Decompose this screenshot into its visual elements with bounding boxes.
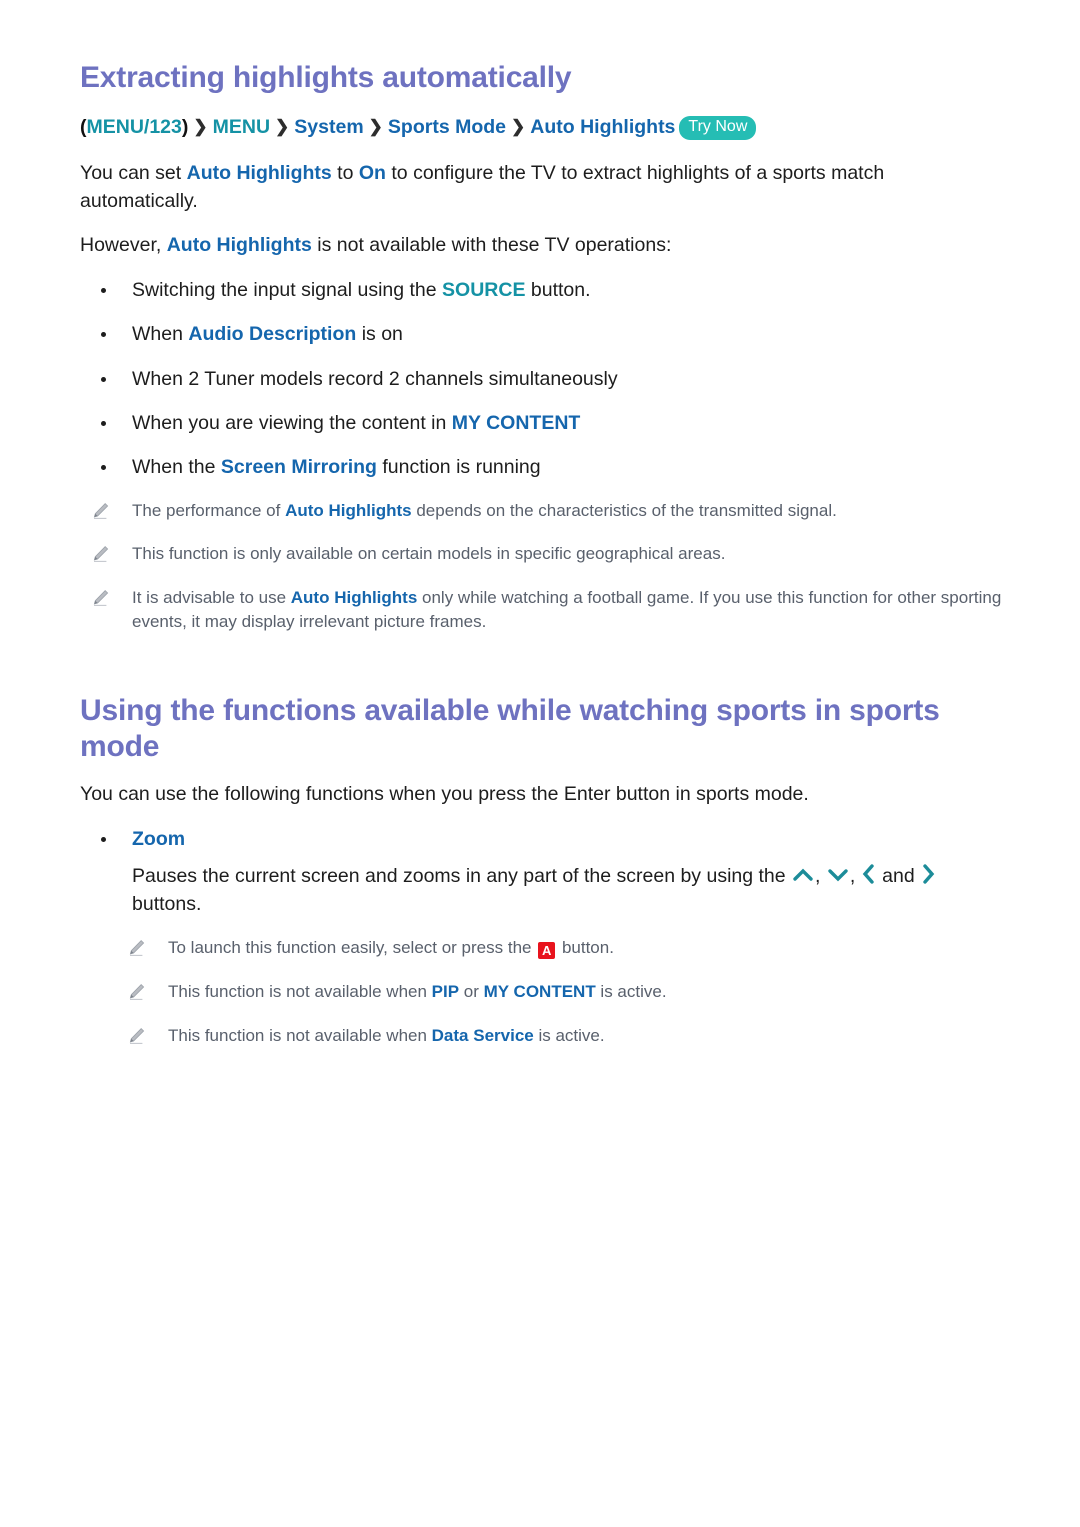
- keyword-my-content: MY CONTENT: [483, 982, 596, 1002]
- paragraph-intro-secondary: You can use the following functions when…: [80, 781, 940, 809]
- bullet-dot-icon: [101, 836, 106, 842]
- keyword-source: SOURCE: [442, 279, 526, 302]
- keyword-on: On: [358, 162, 386, 184]
- chevron-left-icon: [862, 864, 876, 884]
- text-fragment: Switching the input signal using the: [132, 279, 443, 302]
- notes-group-one: The performance of Auto Highlights depen…: [80, 499, 1002, 636]
- note-item: This function is not available when Data…: [80, 1024, 1002, 1049]
- bullet-dot-icon: [101, 465, 106, 471]
- pencil-icon: [90, 588, 110, 608]
- list-item: When Audio Description is on: [80, 321, 1002, 348]
- bullet-dot-icon: [101, 288, 106, 294]
- paragraph-intro: You can set Auto Highlights to On to con…: [80, 160, 940, 215]
- breadcrumb-item-sports-mode[interactable]: Sports Mode: [388, 116, 506, 138]
- keyword-pip: PIP: [431, 982, 460, 1002]
- text-fragment: This function is not available when: [168, 1025, 432, 1045]
- text-fragment: is not available with these TV operation…: [311, 234, 672, 257]
- text-fragment: This function is not available when: [168, 982, 432, 1002]
- list-item: When 2 Tuner models record 2 channels si…: [80, 366, 1002, 393]
- text-fragment: Pauses the current screen and zooms in a…: [132, 865, 792, 888]
- text-fragment: The performance of: [132, 500, 286, 520]
- text-fragment: When: [132, 323, 189, 346]
- note-item: The performance of Auto Highlights depen…: [80, 499, 1002, 524]
- keyword-data-service: Data Service: [431, 1025, 534, 1045]
- list-item: Switching the input signal using the SOU…: [80, 277, 1002, 304]
- text-fragment: is active.: [533, 1025, 605, 1045]
- text-fragment: It is advisable to use: [132, 587, 291, 607]
- notes-group-two: To launch this function easily, select o…: [80, 936, 1002, 1048]
- try-now-badge[interactable]: Try Now: [679, 116, 757, 140]
- text-fragment: is on: [356, 323, 403, 346]
- note-item: This function is only available on certa…: [80, 542, 1002, 567]
- text-fragment: You can use the following functions when…: [80, 783, 809, 806]
- text-fragment: is active.: [595, 982, 667, 1002]
- pencil-icon: [90, 501, 110, 521]
- bullet-dot-icon: [101, 420, 106, 426]
- breadcrumb-item-menu[interactable]: MENU: [213, 116, 270, 138]
- restrictions-list: Switching the input signal using the SOU…: [80, 277, 1002, 481]
- breadcrumb-root[interactable]: MENU/123: [87, 116, 182, 138]
- text-fragment: or: [459, 982, 484, 1002]
- functions-list: Zoom Pauses the current screen and zooms…: [80, 826, 1002, 919]
- text-fragment: buttons.: [132, 892, 202, 915]
- zoom-description: Pauses the current screen and zooms in a…: [132, 863, 992, 918]
- pencil-icon: [126, 982, 146, 1002]
- chevron-right-icon: [921, 864, 935, 884]
- text-fragment: to: [331, 162, 359, 184]
- pencil-icon: [126, 938, 146, 958]
- note-item: It is advisable to use Auto Highlights o…: [80, 586, 1002, 635]
- chevron-right-icon: ❯: [275, 117, 290, 136]
- glyph-separator: ,: [849, 865, 861, 888]
- paragraph-however: However, Auto Highlights is not availabl…: [80, 232, 940, 260]
- text-fragment: button.: [557, 938, 614, 958]
- text-fragment: When you are viewing the content in: [132, 411, 452, 434]
- keyword-auto-highlights: Auto Highlights: [166, 234, 312, 257]
- breadcrumb-item-system[interactable]: System: [294, 116, 363, 138]
- breadcrumb: (MENU/123) ❯ MENU ❯ System ❯ Sports Mode ❯ Auto …: [80, 113, 1002, 142]
- chevron-up-icon: [792, 866, 814, 884]
- text-fragment: To launch this function easily, select o…: [168, 938, 537, 958]
- text-fragment: depends on the characteristics of the tr…: [411, 500, 837, 520]
- keyword-screen-mirroring: Screen Mirroring: [220, 456, 377, 479]
- function-label-zoom: Zoom: [132, 827, 186, 850]
- note-item: To launch this function easily, select o…: [80, 936, 1002, 961]
- note-item: This function is not available when PIP …: [80, 980, 1002, 1005]
- chevron-right-icon: ❯: [193, 117, 208, 136]
- text-fragment: However,: [80, 234, 167, 257]
- text-fragment: You can set: [80, 162, 187, 184]
- glyph-separator: ,: [815, 865, 826, 888]
- pencil-icon: [90, 544, 110, 564]
- keyword-audio-description: Audio Description: [188, 323, 357, 346]
- page-title: Extracting highlights automatically: [80, 61, 572, 94]
- keyword-my-content: MY CONTENT: [451, 411, 581, 434]
- chevron-right-icon: ❯: [368, 117, 383, 136]
- keyword-auto-highlights: Auto Highlights: [285, 500, 412, 520]
- list-item: When the Screen Mirroring function is ru…: [80, 454, 1002, 481]
- glyph-and: and: [876, 865, 921, 888]
- breadcrumb-item-auto-highlights[interactable]: Auto Highlights: [530, 116, 675, 138]
- document-page: Extracting highlights automatically (MEN…: [0, 0, 1080, 1527]
- text-fragment: When the: [132, 456, 221, 479]
- button-a-icon: A: [538, 942, 556, 960]
- text-fragment: button.: [525, 279, 591, 302]
- list-item: Zoom Pauses the current screen and zooms…: [80, 826, 1002, 919]
- keyword-auto-highlights: Auto Highlights: [290, 587, 418, 607]
- pencil-icon: [126, 1026, 146, 1046]
- text-fragment: When 2 Tuner models record 2 channels si…: [132, 367, 618, 390]
- page-title-secondary: Using the functions available while watc…: [80, 694, 940, 764]
- chevron-right-icon: ❯: [511, 117, 526, 136]
- keyword-auto-highlights: Auto Highlights: [186, 162, 332, 184]
- text-fragment: function is running: [376, 456, 541, 479]
- text-fragment: This function is only available on certa…: [132, 544, 726, 564]
- bullet-dot-icon: [101, 332, 106, 338]
- list-item: When you are viewing the content in MY C…: [80, 410, 1002, 437]
- bullet-dot-icon: [101, 376, 106, 382]
- chevron-down-icon: [827, 866, 849, 884]
